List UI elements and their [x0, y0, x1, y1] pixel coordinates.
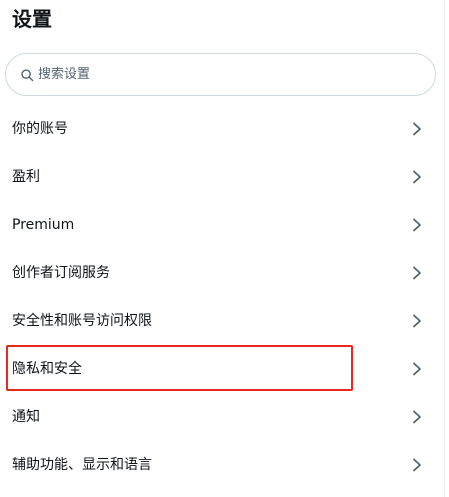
- chevron-right-icon: [413, 362, 421, 376]
- chevron-right-icon: [413, 314, 421, 328]
- settings-panel: 设置 你的账号 盈利 Premium 创作者订阅服务 安全性和账号访问权限: [0, 0, 445, 497]
- menu-item-label: Premium: [12, 217, 75, 233]
- chevron-right-icon: [413, 266, 421, 280]
- search-icon: [21, 69, 34, 82]
- menu-item-premium[interactable]: Premium: [0, 201, 444, 249]
- menu-item-accessibility[interactable]: 辅助功能、显示和语言: [0, 441, 444, 489]
- menu-item-label: 通知: [12, 409, 40, 425]
- chevron-right-icon: [413, 218, 421, 232]
- menu-item-privacy-safety[interactable]: 隐私和安全: [0, 345, 444, 393]
- menu-item-label: 安全性和账号访问权限: [12, 313, 152, 329]
- menu-item-account[interactable]: 你的账号: [0, 105, 444, 153]
- menu-item-label: 你的账号: [12, 121, 68, 137]
- menu-item-label: 盈利: [12, 169, 40, 185]
- menu-item-monetization[interactable]: 盈利: [0, 153, 444, 201]
- search-input[interactable]: [38, 55, 428, 94]
- chevron-right-icon: [413, 458, 421, 472]
- chevron-right-icon: [413, 122, 421, 136]
- chevron-right-icon: [413, 170, 421, 184]
- search-box[interactable]: [5, 53, 436, 96]
- panel-divider: [444, 0, 445, 497]
- menu-item-label: 辅助功能、显示和语言: [12, 457, 152, 473]
- menu-item-notifications[interactable]: 通知: [0, 393, 444, 441]
- menu-item-security-access[interactable]: 安全性和账号访问权限: [0, 297, 444, 345]
- menu-item-label: 隐私和安全: [12, 361, 82, 377]
- page-title: 设置: [12, 7, 52, 31]
- menu-item-creator-subscriptions[interactable]: 创作者订阅服务: [0, 249, 444, 297]
- chevron-right-icon: [413, 410, 421, 424]
- menu-item-label: 创作者订阅服务: [12, 265, 110, 281]
